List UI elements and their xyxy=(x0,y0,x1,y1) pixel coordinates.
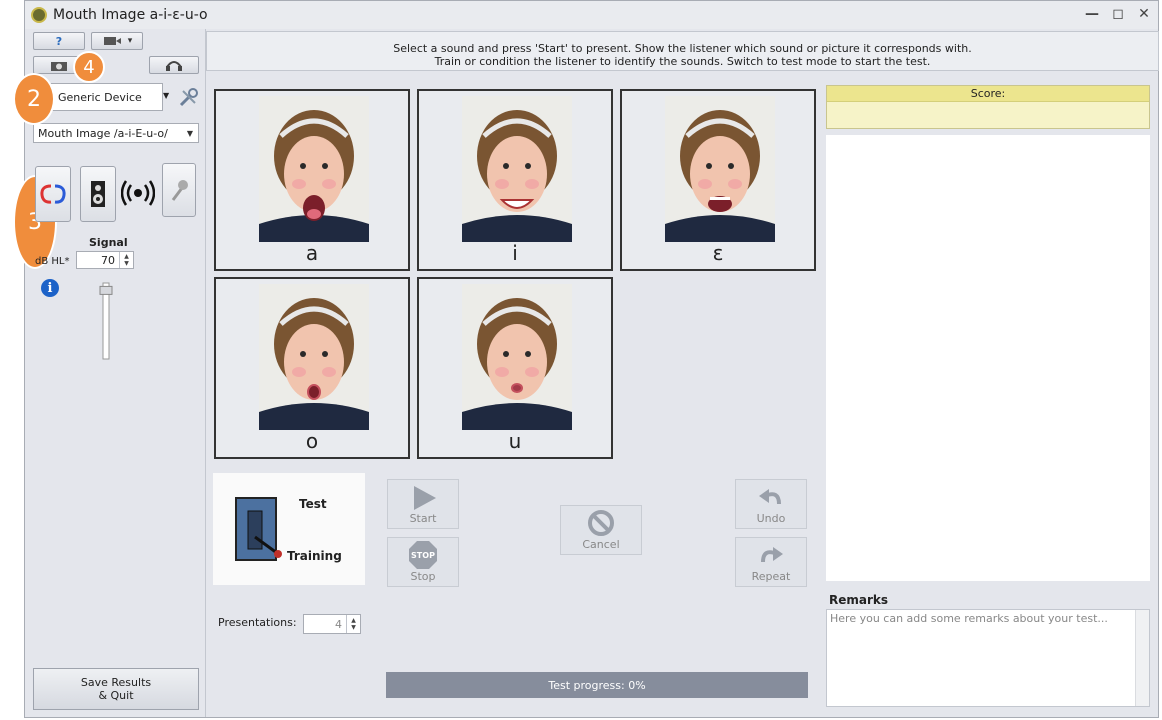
start-label: Start xyxy=(409,512,437,525)
mode-training-label[interactable]: Training xyxy=(287,549,342,563)
tile-sound-label: i xyxy=(512,241,518,265)
callout-badge-2: 2 xyxy=(13,73,55,125)
maximize-icon[interactable]: ◻ xyxy=(1110,6,1126,22)
face-photo xyxy=(259,96,369,242)
headset-button[interactable] xyxy=(149,56,199,74)
test-chevron-icon: ▼ xyxy=(186,128,194,138)
info-icon[interactable]: i xyxy=(41,279,59,297)
main-panel: Select a sound and press 'Start' to pres… xyxy=(205,29,1159,717)
stop-label: Stop xyxy=(410,570,436,583)
signal-level-value: 70 xyxy=(101,253,115,267)
test-select[interactable]: Mouth Image /a-i-E-u-o/ ▼ xyxy=(33,123,199,143)
device-select-value: Generic Device xyxy=(58,90,142,104)
broadcast-icon xyxy=(120,180,156,206)
test-progress-bar: Test progress: 0% xyxy=(386,672,808,698)
score-title: Score: xyxy=(827,86,1149,102)
title-bar: Mouth Image a-i-ɛ-u-o — ◻ ✕ xyxy=(25,1,1158,29)
sound-tile-1[interactable]: a xyxy=(214,89,410,271)
cancel-label: Cancel xyxy=(582,538,620,551)
app-window: Mouth Image a-i-ɛ-u-o — ◻ ✕ ? ▾ 4 Generi… xyxy=(13,0,1159,718)
repeat-label: Repeat xyxy=(751,570,791,583)
tile-sound-label: u xyxy=(508,429,522,453)
ear-selection-button[interactable] xyxy=(35,166,71,222)
stop-sign-icon: STOP xyxy=(409,541,437,569)
window-title: Mouth Image a-i-ɛ-u-o xyxy=(53,7,208,23)
camera-icon xyxy=(51,62,67,71)
signal-unit-label: dB HL* xyxy=(35,256,70,267)
app-logo-icon xyxy=(31,7,47,23)
toggle-switch-icon xyxy=(235,497,282,561)
cancel-icon xyxy=(588,510,614,536)
left-panel: ? ▾ 4 Generic Device ▼ Mouth Image /a-i-… xyxy=(13,29,205,717)
signal-title: Signal xyxy=(89,236,128,249)
start-button[interactable]: Start xyxy=(387,479,459,529)
tile-sound-label: o xyxy=(305,429,319,453)
sound-tile-4[interactable]: o xyxy=(214,277,410,459)
undo-button[interactable]: Undo xyxy=(735,479,807,529)
signal-level-input[interactable]: 70 ▲ ▼ xyxy=(76,251,134,269)
spin-arrows-icon[interactable]: ▲ ▼ xyxy=(119,252,133,268)
remarks-title: Remarks xyxy=(829,593,889,607)
speaker-button[interactable] xyxy=(80,166,116,222)
play-icon xyxy=(414,486,436,510)
video-camera-icon xyxy=(103,37,121,45)
face-photo xyxy=(462,96,572,242)
test-select-value: Mouth Image /a-i-E-u-o/ xyxy=(38,126,168,140)
redo-icon xyxy=(761,547,783,563)
presentations-input[interactable]: 4 ▲ ▼ xyxy=(303,614,361,634)
close-icon[interactable]: ✕ xyxy=(1136,6,1152,22)
tile-sound-label: ɛ xyxy=(712,241,724,265)
sound-tile-3[interactable]: ɛ xyxy=(620,89,816,271)
callout-badge-4: 4 xyxy=(73,51,105,83)
tools-icon xyxy=(179,88,198,107)
both-ears-icon xyxy=(40,184,66,204)
remarks-placeholder: Here you can add some remarks about your… xyxy=(830,612,1108,625)
speaker-icon xyxy=(91,181,105,207)
device-settings-button[interactable] xyxy=(177,87,199,109)
face-photo xyxy=(259,284,369,430)
cancel-button[interactable]: Cancel xyxy=(560,505,642,555)
mode-switch[interactable]: Test Training xyxy=(213,473,365,585)
minimize-icon[interactable]: — xyxy=(1084,6,1100,22)
undo-icon xyxy=(759,489,781,505)
face-photo xyxy=(665,96,775,242)
sound-tile-2[interactable]: i xyxy=(417,89,613,271)
presentations-spin-icon[interactable]: ▲ ▼ xyxy=(346,615,360,633)
save-results-quit-button[interactable]: Save Results & Quit xyxy=(33,668,199,710)
video-dropdown-button[interactable]: ▾ xyxy=(91,32,143,50)
help-icon: ? xyxy=(55,34,63,48)
score-panel: Score: xyxy=(826,85,1150,129)
remarks-textarea[interactable]: Here you can add some remarks about your… xyxy=(826,609,1150,707)
device-chevron-icon[interactable]: ▼ xyxy=(163,91,169,100)
chevron-down-icon: ▾ xyxy=(127,36,133,46)
signal-slider[interactable] xyxy=(97,281,115,361)
face-photo xyxy=(462,284,572,430)
mode-test-label[interactable]: Test xyxy=(299,497,327,511)
microphone-icon xyxy=(171,180,188,201)
tile-sound-label: a xyxy=(305,241,319,265)
stop-sign-text: STOP xyxy=(411,551,435,560)
slider-thumb[interactable] xyxy=(99,285,113,295)
broadcast-button[interactable] xyxy=(120,179,156,207)
presentations-value: 4 xyxy=(335,617,342,631)
repeat-button[interactable]: Repeat xyxy=(735,537,807,587)
stop-button[interactable]: STOP Stop xyxy=(387,537,459,587)
instructions-text: Select a sound and press 'Start' to pres… xyxy=(206,31,1159,71)
presentations-label: Presentations: xyxy=(218,616,297,629)
remarks-scrollbar[interactable] xyxy=(1135,610,1149,706)
undo-label: Undo xyxy=(756,512,786,525)
sound-tile-5[interactable]: u xyxy=(417,277,613,459)
help-button[interactable]: ? xyxy=(33,32,85,50)
microphone-button[interactable] xyxy=(162,163,196,217)
score-list xyxy=(826,135,1150,581)
headset-icon xyxy=(166,61,182,71)
